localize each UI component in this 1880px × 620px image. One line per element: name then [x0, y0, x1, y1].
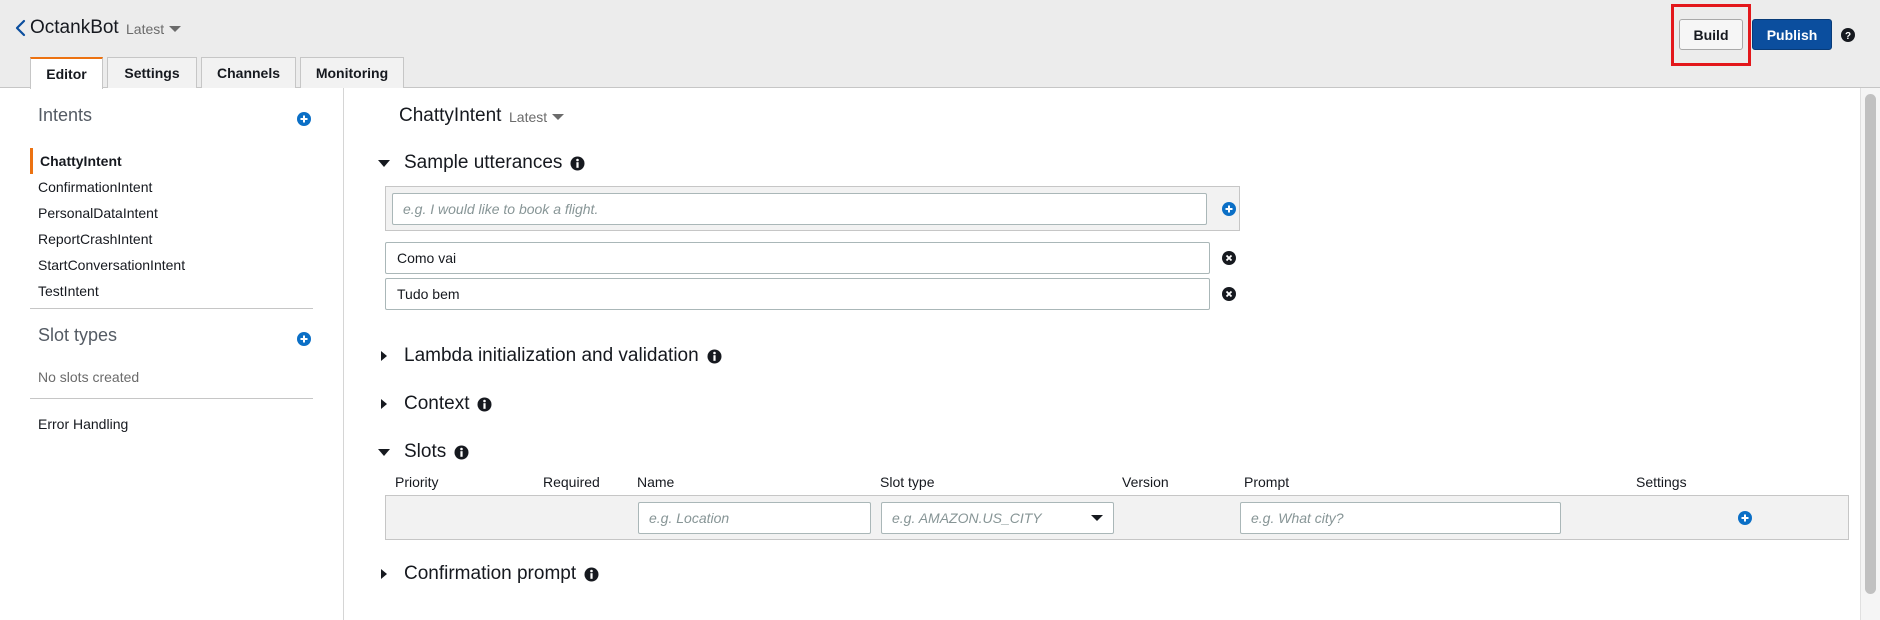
left-sidebar: Intents ChattyIntent ConfirmationIntent …	[0, 88, 344, 620]
sidebar-divider	[30, 308, 313, 309]
info-circle-icon[interactable]	[584, 567, 599, 582]
error-handling-link[interactable]: Error Handling	[38, 416, 128, 432]
vertical-scrollbar[interactable]	[1860, 88, 1880, 620]
section-label: Sample utterances	[404, 152, 563, 173]
intents-title: Intents	[38, 105, 93, 125]
new-slot-row: e.g. AMAZON.US_CITY	[385, 495, 1849, 540]
slot-type-select[interactable]: e.g. AMAZON.US_CITY	[881, 502, 1114, 534]
intent-list: ChattyIntent ConfirmationIntent Personal…	[30, 148, 320, 304]
slots-col-slot-type: Slot type	[880, 474, 935, 490]
intent-item-personaldataintent[interactable]: PersonalDataIntent	[30, 200, 320, 226]
intent-version-label: Latest	[509, 109, 548, 125]
slots-col-priority: Priority	[395, 474, 439, 490]
section-label: Slots	[404, 441, 447, 462]
chevron-left-icon[interactable]	[14, 19, 28, 37]
info-circle-icon[interactable]	[570, 156, 585, 171]
sidebar-divider	[30, 398, 313, 399]
section-slots[interactable]: Slots	[378, 441, 469, 463]
section-label: Context	[404, 393, 470, 414]
publish-button[interactable]: Publish	[1752, 19, 1832, 50]
no-slots-text: No slots created	[38, 369, 140, 385]
collapse-caret-icon	[378, 159, 390, 167]
slot-name-input[interactable]	[638, 502, 871, 534]
remove-utterance-icon[interactable]	[1222, 287, 1236, 301]
section-label: Confirmation prompt	[404, 563, 577, 584]
intent-editor: ChattyIntent Latest Sample utterances Co…	[345, 88, 1860, 620]
caret-down-icon	[1091, 515, 1103, 521]
intent-item-startconversationintent[interactable]: StartConversationIntent	[30, 252, 320, 278]
info-circle-icon[interactable]	[477, 397, 492, 412]
question-circle-icon[interactable]: ?	[1841, 28, 1855, 42]
utterance-item[interactable]: Como vai	[385, 242, 1210, 274]
add-slot-type-icon[interactable]	[297, 332, 311, 346]
tab-editor[interactable]: Editor	[30, 57, 103, 89]
info-circle-icon[interactable]	[454, 445, 469, 460]
expand-caret-icon	[381, 399, 387, 409]
scrollbar-thumb[interactable]	[1865, 94, 1876, 594]
bot-version-label: Latest	[126, 21, 165, 37]
intent-item-chattyintent[interactable]: ChattyIntent	[30, 148, 320, 174]
expand-caret-icon	[381, 569, 387, 579]
bot-name: OctankBot	[30, 17, 119, 38]
caret-down-icon	[169, 26, 182, 33]
info-circle-icon[interactable]	[707, 349, 722, 364]
add-intent-icon[interactable]	[297, 112, 311, 126]
slots-col-name: Name	[637, 474, 675, 490]
slots-col-settings: Settings	[1636, 474, 1687, 490]
svg-text:?: ?	[1845, 31, 1851, 42]
tab-bar: Editor Settings Channels Monitoring	[30, 57, 404, 89]
add-slot-icon[interactable]	[1738, 511, 1752, 525]
top-bar: OctankBot Latest Editor Settings Channel…	[0, 0, 1880, 89]
utterance-input[interactable]	[392, 193, 1207, 225]
collapse-caret-icon	[378, 448, 390, 456]
intent-item-testintent[interactable]: TestIntent	[30, 278, 320, 304]
bot-version-dropdown[interactable]: Latest	[126, 21, 182, 37]
expand-caret-icon	[381, 351, 387, 361]
add-utterance-icon[interactable]	[1222, 202, 1236, 216]
slot-type-placeholder: e.g. AMAZON.US_CITY	[892, 510, 1042, 526]
slot-types-title: Slot types	[38, 325, 118, 345]
slot-prompt-input[interactable]	[1240, 502, 1561, 534]
slots-col-prompt: Prompt	[1244, 474, 1290, 490]
new-utterance-box	[385, 186, 1240, 231]
build-button[interactable]: Build	[1679, 19, 1743, 50]
intent-version-dropdown[interactable]: Latest	[509, 109, 565, 125]
tab-channels[interactable]: Channels	[201, 57, 296, 88]
intent-item-confirmationintent[interactable]: ConfirmationIntent	[30, 174, 320, 200]
utterance-item[interactable]: Tudo bem	[385, 278, 1210, 310]
remove-utterance-icon[interactable]	[1222, 251, 1236, 265]
intent-name: ChattyIntent	[399, 105, 502, 126]
section-lambda[interactable]: Lambda initialization and validation	[378, 345, 722, 367]
intent-item-reportcrashintent[interactable]: ReportCrashIntent	[30, 226, 320, 252]
caret-down-icon	[552, 114, 565, 121]
slots-col-required: Required	[543, 474, 600, 490]
tab-monitoring[interactable]: Monitoring	[300, 57, 404, 88]
slots-col-version: Version	[1122, 474, 1169, 490]
section-label: Lambda initialization and validation	[404, 345, 699, 366]
section-confirmation-prompt[interactable]: Confirmation prompt	[378, 563, 599, 585]
section-context[interactable]: Context	[378, 393, 492, 415]
tab-settings[interactable]: Settings	[107, 57, 197, 88]
section-sample-utterances[interactable]: Sample utterances	[378, 152, 585, 174]
